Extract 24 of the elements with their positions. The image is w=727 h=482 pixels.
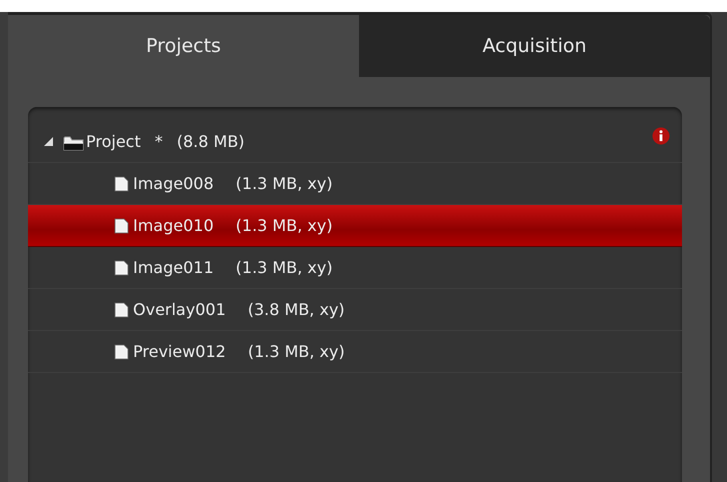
file-icon (114, 260, 129, 276)
item-name: Image010 (133, 216, 214, 235)
item-size: (1.3 MB, xy) (248, 342, 345, 361)
project-size: (8.8 MB) (176, 132, 245, 151)
tree-item[interactable]: Overlay001 (3.8 MB, xy) (28, 289, 682, 331)
file-icon (114, 344, 129, 360)
tree-item[interactable]: Image010 (1.3 MB, xy) (28, 205, 682, 247)
file-icon (114, 218, 129, 234)
item-size: (3.8 MB, xy) (248, 300, 345, 319)
item-name: Image008 (133, 174, 214, 193)
item-size: (1.3 MB, xy) (236, 216, 333, 235)
file-icon (114, 302, 129, 318)
item-size: (1.3 MB, xy) (236, 258, 333, 277)
project-name[interactable]: Project (86, 132, 141, 151)
item-name: Preview012 (133, 342, 226, 361)
tree-item[interactable]: Image011 (1.3 MB, xy) (28, 247, 682, 289)
modified-mark: * (154, 132, 163, 151)
item-name: Image011 (133, 258, 214, 277)
item-name: Overlay001 (133, 300, 226, 319)
item-size: (1.3 MB, xy) (236, 174, 333, 193)
expanded-arrow-icon[interactable] (42, 135, 55, 148)
tree-item[interactable]: Preview012 (1.3 MB, xy) (28, 331, 682, 373)
tab[interactable]: Acquisition (359, 15, 710, 77)
file-icon (114, 176, 129, 192)
